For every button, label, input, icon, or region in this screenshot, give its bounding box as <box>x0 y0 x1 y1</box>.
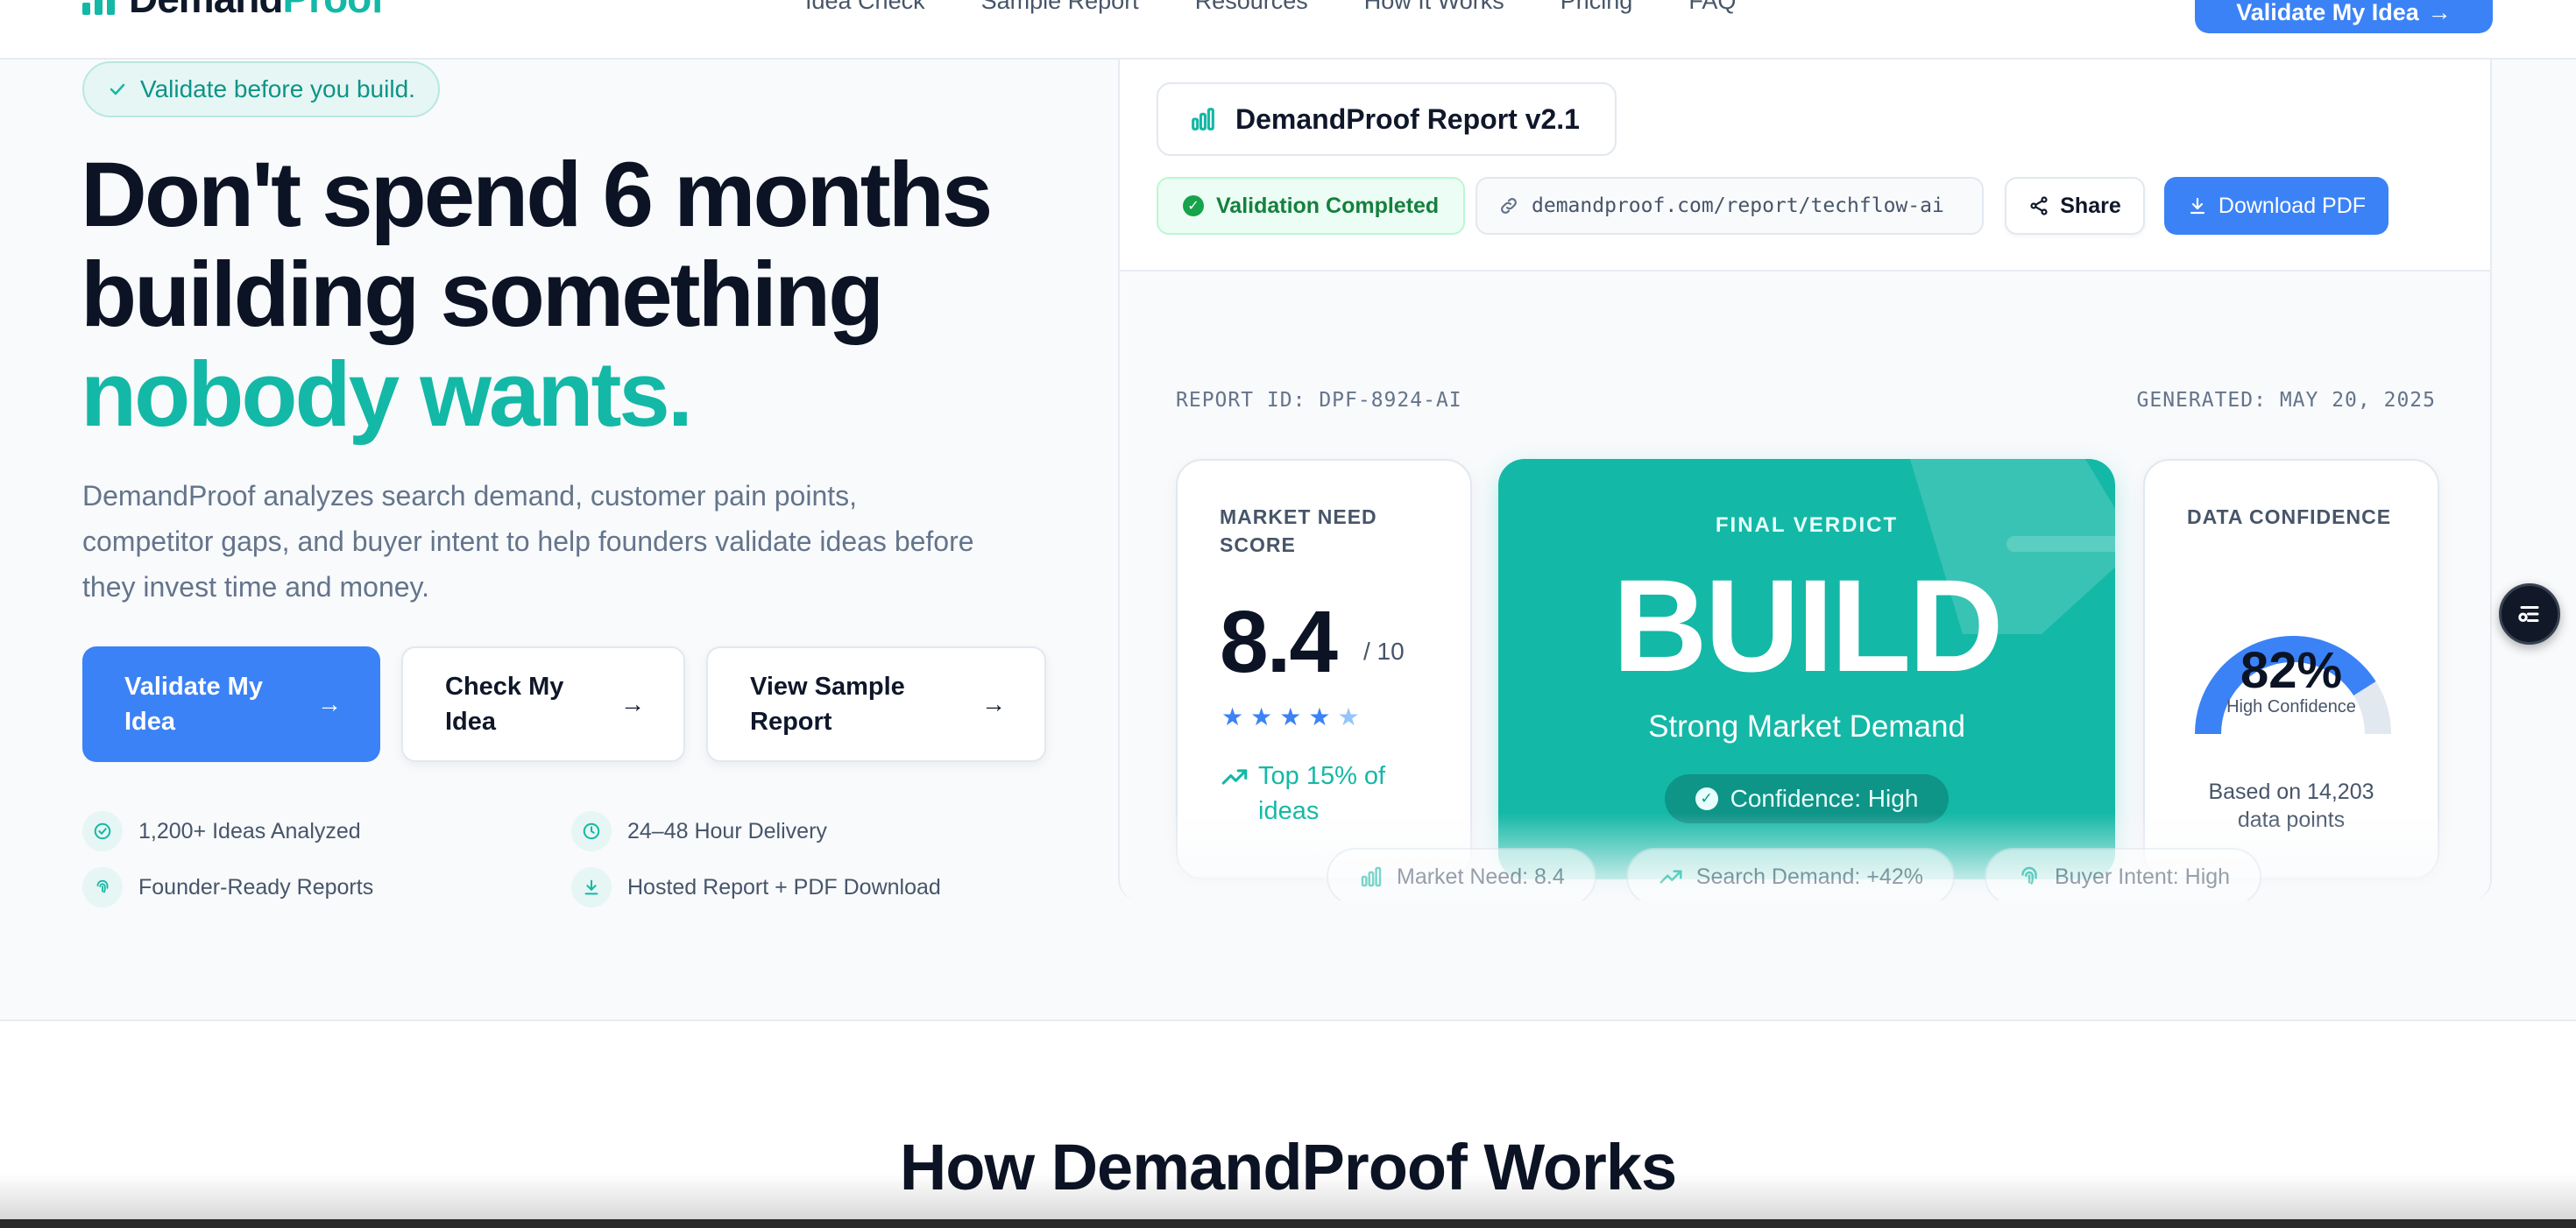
score-max: / 10 <box>1363 638 1405 665</box>
check-circle-icon <box>82 811 123 851</box>
chip-label: Market Need: 8.4 <box>1397 864 1565 889</box>
headline-line-1: Don't spend 6 months <box>81 144 993 246</box>
feature-delivery: 24–48 Hour Delivery <box>571 811 827 851</box>
arrow-right-icon: → <box>2427 0 2452 25</box>
star-half-icon: ★ <box>1337 703 1360 730</box>
floating-menu-button[interactable] <box>2499 583 2560 645</box>
report-header: DemandProof Report v2.1 ✓ Validation Com… <box>1120 60 2490 272</box>
trend-up-icon <box>1221 769 1248 785</box>
report-preview-panel: DemandProof Report v2.1 ✓ Validation Com… <box>1118 60 2492 900</box>
nav-link-how-it-works[interactable]: How It Works <box>1364 0 1504 15</box>
feature-label: 1,200+ Ideas Analyzed <box>138 818 361 843</box>
nav-links: Idea Check Sample Report Resources How I… <box>805 0 1736 15</box>
arrow-right-icon: → <box>620 690 645 717</box>
logo-text-proof: Proof <box>282 0 384 21</box>
nav-link-sample-report[interactable]: Sample Report <box>981 0 1139 15</box>
chip-search-demand: Search Demand: +42% <box>1625 848 1955 900</box>
star-icon: ★ <box>1221 703 1244 730</box>
feature-ideas-analyzed: 1,200+ Ideas Analyzed <box>82 811 361 851</box>
share-label: Share <box>2060 193 2121 218</box>
chip-label: Buyer Intent: High <box>2054 864 2231 889</box>
check-my-idea-label: Check My Idea <box>445 673 564 736</box>
nav-validate-button[interactable]: Validate My Idea → <box>2195 0 2493 33</box>
arrow-right-icon: → <box>317 690 342 717</box>
feature-label: Founder-Ready Reports <box>138 874 374 900</box>
verdict-label: FINAL VERDICT <box>1715 513 1899 537</box>
report-generated-date: GENERATED: MAY 20, 2025 <box>2136 389 2436 412</box>
download-pdf-button[interactable]: Download PDF <box>2164 177 2388 235</box>
nav-validate-label: Validate My Idea <box>2236 0 2419 25</box>
star-icon: ★ <box>1279 703 1302 730</box>
report-url-text: demandproof.com/report/techflow-ai <box>1532 194 1944 217</box>
hero-badge: Validate before you build. <box>82 61 440 117</box>
link-icon <box>1501 198 1517 214</box>
star-icon: ★ <box>1308 703 1331 730</box>
chip-label: Search Demand: +42% <box>1695 864 1923 889</box>
nav-link-idea-check[interactable]: Idea Check <box>805 0 925 15</box>
download-icon <box>571 867 612 907</box>
report-title: DemandProof Report v2.1 <box>1235 102 1580 135</box>
fingerprint-icon <box>2021 866 2037 885</box>
validate-my-idea-label: Validate My Idea <box>124 673 263 736</box>
download-icon <box>2190 197 2205 215</box>
chip-buyer-intent: Buyer Intent: High <box>1984 848 2262 900</box>
bar-chart-icon <box>1192 108 1214 131</box>
hero-subcopy: DemandProof analyzes search demand, cust… <box>82 480 974 603</box>
validation-status-text: Validation Completed <box>1216 193 1440 218</box>
headline-line-3: nobody wants. <box>81 343 693 446</box>
headline-line-2: building something <box>81 243 884 346</box>
confidence-note-line-1: Based on 14,203 <box>2208 780 2374 804</box>
feature-label: Hosted Report + PDF Download <box>627 874 941 900</box>
feature-label: 24–48 Hour Delivery <box>627 818 827 843</box>
bottom-window-strip <box>0 1219 2576 1228</box>
metric-chips: Market Need: 8.4 Search Demand: +42% Buy… <box>1327 848 2262 900</box>
market-need-score-value: 8.4 <box>1220 593 1338 691</box>
hero-headline: Don't spend 6 months building something … <box>81 145 1132 445</box>
report-title-tab[interactable]: DemandProof Report v2.1 <box>1157 82 1617 156</box>
trend-up-icon <box>1660 870 1682 884</box>
confidence-level: High Confidence <box>2226 697 2356 716</box>
nav-link-faq[interactable]: FAQ <box>1688 0 1736 15</box>
hero-badge-text: Validate before you build. <box>140 75 415 102</box>
clock-icon <box>571 811 612 851</box>
chip-market-need: Market Need: 8.4 <box>1327 848 1596 900</box>
check-circle-icon: ✓ <box>1183 195 1204 216</box>
report-id: REPORT ID: DPF-8924-AI <box>1176 389 1462 412</box>
score-card-label: MARKET NEED SCORE <box>1220 505 1377 556</box>
share-button[interactable]: Share <box>2005 177 2145 235</box>
confidence-badge-text: Confidence: High <box>1730 785 1919 812</box>
top-navigation: DemandProof Idea Check Sample Report Res… <box>0 0 2576 60</box>
logo-text: DemandProof <box>129 0 385 22</box>
verdict-subtitle: Strong Market Demand <box>1648 709 1965 744</box>
fingerprint-icon <box>82 867 123 907</box>
check-icon <box>110 83 125 95</box>
view-sample-report-label: View Sample Report <box>750 673 905 736</box>
arrow-right-icon: → <box>981 690 1006 717</box>
logo-bars-icon <box>82 0 115 15</box>
feature-hosted-report: Hosted Report + PDF Download <box>571 867 941 907</box>
view-sample-report-button[interactable]: View Sample Report → <box>706 646 1046 762</box>
check-my-idea-button[interactable]: Check My Idea → <box>401 646 685 762</box>
validate-my-idea-button[interactable]: Validate My Idea → <box>82 646 380 762</box>
bar-chart-icon <box>1361 866 1382 887</box>
feature-founder-reports: Founder-Ready Reports <box>82 867 373 907</box>
logo[interactable]: DemandProof <box>82 0 385 22</box>
confidence-value: 82% <box>2240 642 2343 699</box>
rating-stars: ★ ★ ★ ★ ★ <box>1221 702 1360 731</box>
report-url-field[interactable]: demandproof.com/report/techflow-ai <box>1476 177 1984 235</box>
list-settings-icon <box>2518 606 2539 622</box>
nav-link-pricing[interactable]: Pricing <box>1560 0 1633 15</box>
download-pdf-label: Download PDF <box>2218 193 2367 218</box>
star-icon: ★ <box>1250 703 1273 730</box>
verdict-value: BUILD <box>1612 552 2003 699</box>
check-circle-icon: ✓ <box>1695 787 1718 810</box>
share-icon <box>2030 196 2048 215</box>
validation-status-badge: ✓ Validation Completed <box>1157 177 1466 235</box>
logo-text-demand: Demand <box>129 0 283 21</box>
confidence-card-label: DATA CONFIDENCE <box>2187 505 2392 528</box>
nav-link-resources[interactable]: Resources <box>1195 0 1308 15</box>
